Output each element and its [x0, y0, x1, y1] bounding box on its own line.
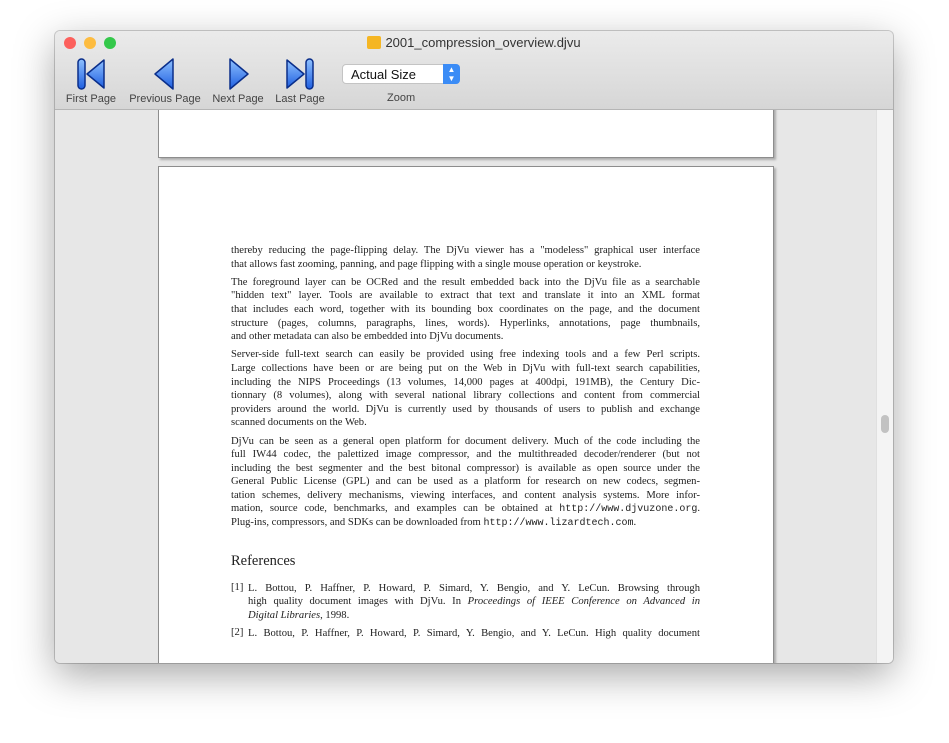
text-line: full IW44 codec, the palettized image co…: [231, 449, 700, 461]
current-page: thereby reducing the page-flipping delay…: [158, 166, 774, 663]
text-line: scanned documents on the Web.: [231, 417, 367, 429]
previous-page-button[interactable]: Previous Page: [127, 57, 203, 105]
previous-page: [158, 110, 774, 158]
references-heading: References: [231, 552, 296, 569]
text-line: "hidden text" layer. Tools are available…: [231, 290, 700, 302]
chevron-updown-icon: ▲ ▼: [443, 64, 460, 84]
window-title-text: 2001_compression_overview.djvu: [385, 35, 581, 50]
djvu-document-icon: [367, 36, 382, 49]
text-line: Large collections have been or are being…: [231, 362, 700, 374]
document-view[interactable]: thereby reducing the page-flipping delay…: [55, 110, 877, 663]
text-line: L. Bottou, P. Haffner, P. Howard, P. Sim…: [248, 582, 700, 594]
next-page-button[interactable]: Next Page: [210, 57, 266, 105]
djvu-viewer-window: 2001_compression_overview.djvu First Pag…: [55, 31, 893, 663]
scrollbar-thumb[interactable]: [881, 415, 889, 433]
toolbar: 2001_compression_overview.djvu First Pag…: [55, 31, 893, 110]
text-line: that includes each word, together with i…: [231, 303, 700, 315]
next-page-label: Next Page: [212, 93, 264, 105]
paragraph-tail: mation, source code, benchmarks, and exa…: [231, 502, 700, 529]
text-line: thereby reducing the page-flipping delay…: [231, 245, 700, 256]
text-line: mation, source code, benchmarks, and exa…: [231, 503, 700, 516]
zoom-value: Actual Size: [351, 67, 417, 82]
url-link[interactable]: http://www.djvuzone.org: [559, 504, 697, 515]
text-line: including the best segmenter and the bes…: [231, 462, 700, 474]
text-line: including the NIPS Proceedings (13 volum…: [231, 376, 700, 388]
text-line: General Public License (GPL) and can be …: [231, 476, 700, 488]
last-page-label: Last Page: [275, 93, 325, 105]
previous-page-label: Previous Page: [129, 93, 201, 105]
reference-number: [2]: [231, 627, 244, 639]
window-title: 2001_compression_overview.djvu: [55, 35, 893, 50]
zoom-label: Zoom: [387, 92, 416, 104]
text-line: DjVu can be seen as a general open platf…: [231, 435, 700, 447]
text-line: Digital Libraries, 1998.: [248, 609, 350, 621]
paragraph: DjVu can be seen as a general open platf…: [231, 435, 700, 503]
url-link[interactable]: http://www.lizardtech.com: [483, 518, 633, 529]
text-line: high quality document images with DjVu. …: [248, 596, 700, 608]
page-text: thereby reducing the page-flipping delay…: [231, 244, 700, 645]
text-line: L. Bottou, P. Haffner, P. Howard, P. Sim…: [248, 628, 700, 640]
text-line: Plug-ins, compressors, and SDKs can be d…: [231, 517, 637, 530]
text-line: The foreground layer can be OCRed and th…: [231, 276, 700, 288]
previous-page-icon: [154, 58, 174, 90]
text-line: and other metadata can also be embedded …: [231, 331, 504, 343]
text-line: tation schemes, delivery mechanisms, vie…: [231, 489, 700, 501]
paragraph: The foreground layer can be OCRed and th…: [231, 276, 700, 344]
first-page-label: First Page: [65, 93, 117, 105]
text-line: tionnary (8 volumes), along with several…: [231, 390, 700, 402]
paragraph: thereby reducing the page-flipping delay…: [231, 244, 700, 271]
next-page-icon: [229, 58, 249, 90]
text-line: that allows fast zooming, panning, and p…: [231, 258, 642, 270]
text-line: Server-side full-text search can easily …: [231, 349, 700, 361]
last-page-button[interactable]: Last Page: [272, 57, 328, 105]
vertical-scrollbar[interactable]: [876, 110, 893, 663]
reference-number: [1]: [231, 581, 244, 593]
reference-item: [1] L. Bottou, P. Haffner, P. Howard, P.…: [231, 582, 700, 623]
reference-item: [2] L. Bottou, P. Haffner, P. Howard, P.…: [231, 627, 700, 641]
zoom-select[interactable]: Actual Size ▲ ▼: [342, 64, 460, 84]
text-line: providers around the world. DjVu is curr…: [231, 403, 700, 415]
first-page-icon: [77, 58, 105, 90]
paragraph: Server-side full-text search can easily …: [231, 348, 700, 430]
last-page-icon: [286, 58, 314, 90]
first-page-button[interactable]: First Page: [64, 57, 118, 105]
text-line: structure (pages, columns, paragraphs, l…: [231, 317, 700, 329]
